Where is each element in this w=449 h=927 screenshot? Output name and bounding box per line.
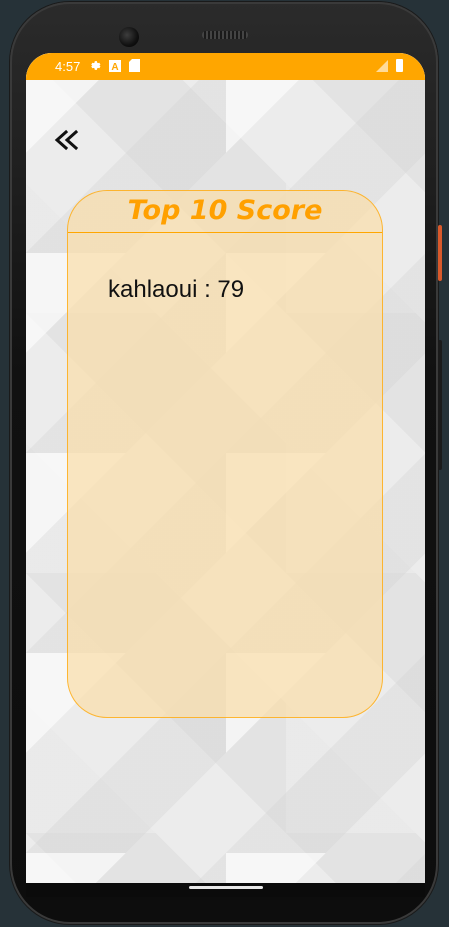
score-entry: kahlaoui : 79 [108, 276, 245, 303]
volume-button [438, 340, 442, 470]
a-icon: A [109, 59, 122, 74]
card-divider [68, 232, 382, 233]
double-chevron-left-icon [54, 129, 79, 151]
home-indicator[interactable] [189, 886, 263, 889]
sd-card-icon [129, 59, 141, 74]
card-title: Top 10 Score [127, 195, 323, 226]
score-card: Top 10 Score kahlaoui : 79 [67, 190, 383, 718]
status-time: 4:57 [55, 59, 81, 74]
back-button[interactable] [52, 126, 86, 156]
settings-icon [88, 59, 101, 74]
front-camera [119, 27, 139, 47]
earpiece-speaker [202, 31, 248, 39]
signal-icon [376, 59, 388, 72]
status-bar: 4:57 A [26, 53, 425, 80]
power-button [438, 225, 442, 281]
app-screen: 4:57 A Top 10 Score kahlaoui : 79 [26, 53, 425, 883]
svg-text:A: A [112, 62, 119, 72]
battery-icon [396, 59, 403, 72]
